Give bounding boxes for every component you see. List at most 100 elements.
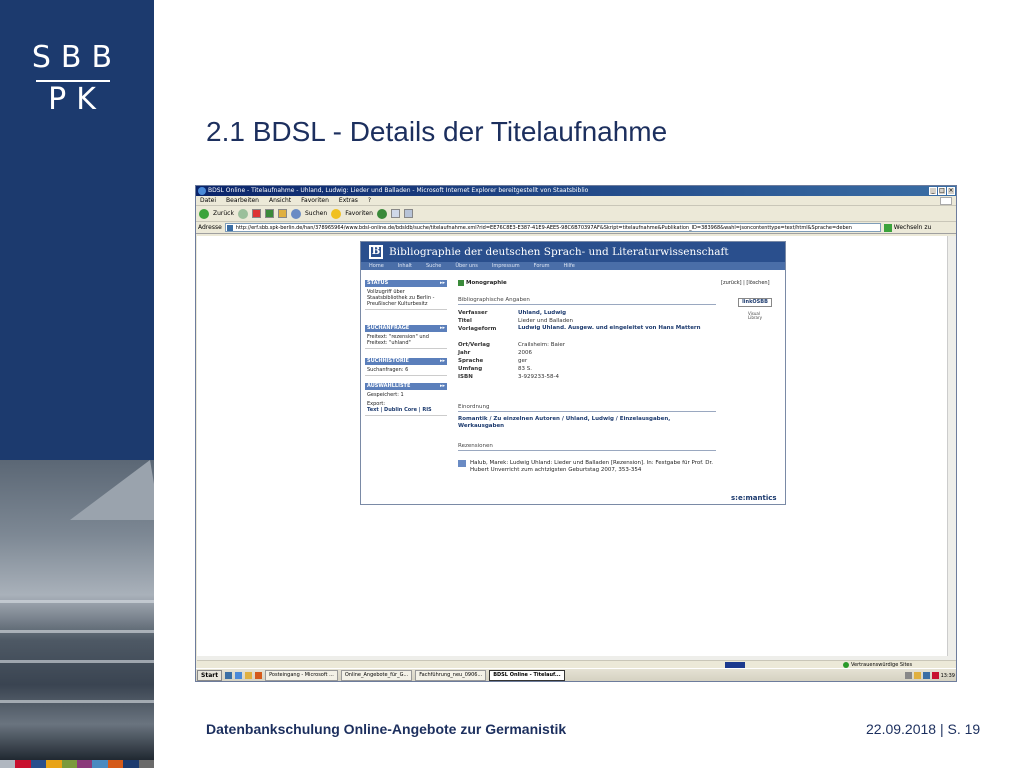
linkosbb-button[interactable]: linkOSBB [738,298,772,307]
ie-icon [198,187,206,195]
quicklaunch-folder-icon[interactable] [245,672,253,679]
field-key: Ort/Verlag [458,342,490,348]
tray-network-icon[interactable] [922,672,930,679]
search-icon[interactable] [290,208,301,219]
menu-extras[interactable]: Extras [339,196,358,205]
field-value[interactable]: Uhland, Ludwig [518,309,718,317]
maximize-button[interactable]: □ [938,187,946,195]
forward-arrow-icon[interactable] [237,208,248,219]
refresh-icon[interactable] [264,209,274,218]
favorites-button[interactable]: Favoriten [345,206,373,222]
favorites-star-icon[interactable] [331,208,342,219]
go-arrow-icon [883,223,892,232]
menu-datei[interactable]: Datei [200,196,216,205]
nav-impressum[interactable]: Impressum [492,262,520,270]
bdsl-logo-icon: B [369,245,383,259]
start-button[interactable]: Start [197,670,223,681]
einordnung-link[interactable]: Romantik / Zu einzelnen Autoren / Uhland… [458,416,716,430]
suchhistorie-heading[interactable]: SUCHHISTORIE [365,358,447,365]
building-stripe [0,700,154,703]
menu-help[interactable]: ? [368,196,371,205]
pediment-shape [70,460,154,520]
record-fields: Verfasser Uhland, Ludwig Titel Lieder und B… [458,309,718,381]
quicklaunch-desktop-icon[interactable] [225,672,233,679]
field-row: Vorlageform Ludwig Uhland. Ausgew. und ei… [458,325,718,341]
quicklaunch-ie-icon[interactable] [235,672,243,679]
back-delete-links[interactable]: [zurück] | [löschen] [721,280,770,286]
logo-sbb: SBB [31,40,123,75]
section-bibliographic: Bibliographische Angaben [458,297,716,305]
task-outlook[interactable]: Posteingang - Microsoft ... [265,670,338,681]
back-arrow-icon[interactable] [199,208,209,219]
url-text: http://erf.sbb.spk-berlin.de/han/3789659… [235,225,852,231]
window-title: BDSL Online - Titelaufnahme - Uhland, Lu… [208,187,589,194]
stop-icon[interactable] [251,209,261,218]
nav-hilfe[interactable]: Hilfe [564,262,575,270]
suchhistorie-text: Suchanfragen: 6 [365,367,447,376]
vertical-scrollbar[interactable] [947,236,956,656]
field-value: 3-929233-58-4 [518,374,559,380]
field-key: Titel [458,318,472,324]
building-stripe [0,660,154,663]
close-button[interactable]: × [947,187,955,195]
task-document-1[interactable]: Online_Angebote_für_G... [340,670,413,681]
tray-icon[interactable] [913,672,921,679]
color-bar-segment [46,760,62,768]
tray-security-icon[interactable] [931,672,939,679]
menu-bearbeiten[interactable]: Bearbeiten [226,196,259,205]
field-row: Umfang 83 S. [458,365,718,373]
nav-home[interactable]: Home [369,262,384,270]
export-formats[interactable]: Text | Dublin Core | RIS [367,407,432,413]
status-heading: STATUS [365,280,447,287]
section-rezensionen: Rezensionen [458,443,716,451]
history-icon[interactable] [376,208,387,219]
field-value: ger [518,358,528,364]
nav-ueber-uns[interactable]: Über uns [455,262,478,270]
toolbar: Zurück Suchen Favoriten [196,206,956,222]
color-bar-segment [123,760,139,768]
status-box: STATUS Vollzugriff über Staatsbibliothek… [365,280,447,310]
review-entry[interactable]: Halub, Marek: Ludwig Uhland: Lieder und … [470,460,720,474]
print-icon[interactable] [403,209,413,218]
bdsl-title: Bibliographie der deutschen Sprach- und … [389,246,729,258]
minimize-button[interactable]: _ [929,187,937,195]
field-key: Vorlageform [458,326,497,332]
home-icon[interactable] [277,209,287,218]
logo-pk: PK [48,82,106,117]
task-bdsl-browser[interactable]: BDSL Online - Titelauf... [489,670,565,681]
left-brand-band: SBB PK [0,0,154,768]
tray-clock: 13:39 [940,672,955,679]
go-button[interactable]: Wechseln zu [883,222,931,233]
suchanfrage-box: SUCHANFRAGE Freitext: "rezension" und Fr… [365,325,447,349]
task-document-2[interactable]: Fachführung_neu_0906... [415,670,487,681]
visual-library-logo[interactable]: Visual Library [748,312,772,320]
auswahlliste-body: Gespeichert: 1 Export: Text | Dublin Cor… [365,392,447,416]
mail-icon[interactable] [390,209,400,218]
field-row: Ort/Verlag Crailsheim: Baier [458,341,718,349]
footer-date-page: 22.09.2018 | S. 19 [866,721,980,737]
field-value: 2006 [518,350,532,356]
url-input[interactable]: http://erf.sbb.spk-berlin.de/han/3789659… [224,223,881,232]
window-titlebar: BDSL Online - Titelaufnahme - Uhland, Lu… [196,186,956,196]
field-row: Titel Lieder und Balladen [458,317,718,325]
suchanfrage-heading[interactable]: SUCHANFRAGE [365,325,447,332]
suchanfrage-text: Freitext: "rezension" und Freitext: "uhl… [365,334,447,349]
building-stripe [0,630,154,633]
bdsl-page: B Bibliographie der deutschen Sprach- un… [360,241,786,505]
auswahlliste-heading[interactable]: AUSWAHLLISTE [365,383,447,390]
nav-forum[interactable]: Forum [534,262,550,270]
color-bar-segment [107,760,124,768]
menu-favoriten[interactable]: Favoriten [301,196,329,205]
menu-ansicht[interactable]: Ansicht [269,196,291,205]
back-button[interactable]: Zurück [213,206,234,222]
nav-suche[interactable]: Suche [426,262,441,270]
field-row: ISBN 3-929233-58-4 [458,373,718,381]
section-einordnung: Einordnung [458,404,716,412]
tray-help-icon[interactable] [904,672,912,679]
field-value[interactable]: Ludwig Uhland. Ausgew. und eingeleitet v… [518,325,718,341]
address-label: Adresse [198,224,222,231]
quicklaunch-app-icon[interactable] [255,672,263,679]
field-value: Lieder und Balladen [518,318,574,324]
nav-inhalt[interactable]: Inhalt [398,262,412,270]
search-button[interactable]: Suchen [305,206,327,222]
